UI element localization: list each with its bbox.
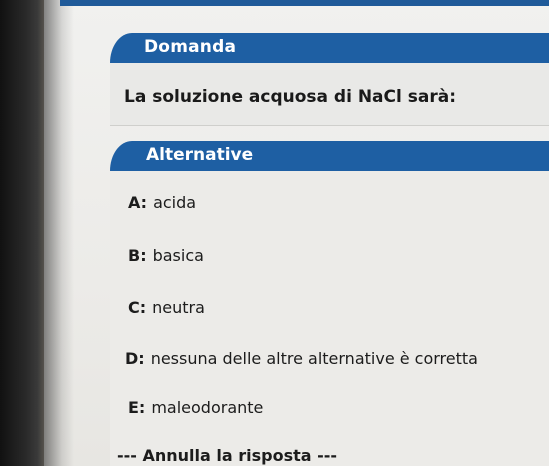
option-text: nessuna delle altre alternative è corret… [150,349,478,368]
option-text: neutra [152,298,205,317]
option-letter: A: [128,193,148,212]
option-a[interactable]: A: acida [128,193,196,212]
option-letter: B: [128,246,147,265]
option-letter: D: [125,349,145,368]
question-text: La soluzione acquosa di NaCl sarà: [124,87,456,107]
option-letter: C: [128,298,147,317]
option-text: maleodorante [151,398,264,417]
cancel-answer-link[interactable]: --- Annulla la risposta --- [117,446,337,465]
option-b[interactable]: B: basica [128,246,204,265]
bezel-shadow [44,0,74,466]
option-text: basica [152,246,204,265]
screen: Domanda La soluzione acquosa di NaCl sar… [0,0,549,466]
question-header: Domanda [110,33,549,63]
alternatives-header: Alternative [110,141,549,171]
alternatives-list [110,171,549,466]
question-header-title: Domanda [144,37,237,57]
top-bar [60,0,549,6]
option-c[interactable]: C: neutra [128,298,205,317]
alternatives-header-title: Alternative [146,145,254,165]
option-d[interactable]: D: nessuna delle altre alternative è corr… [125,349,478,368]
monitor-bezel [0,0,44,466]
option-e[interactable]: E: maleodorante [128,398,263,417]
option-text: acida [153,193,197,212]
option-letter: E: [128,398,146,417]
